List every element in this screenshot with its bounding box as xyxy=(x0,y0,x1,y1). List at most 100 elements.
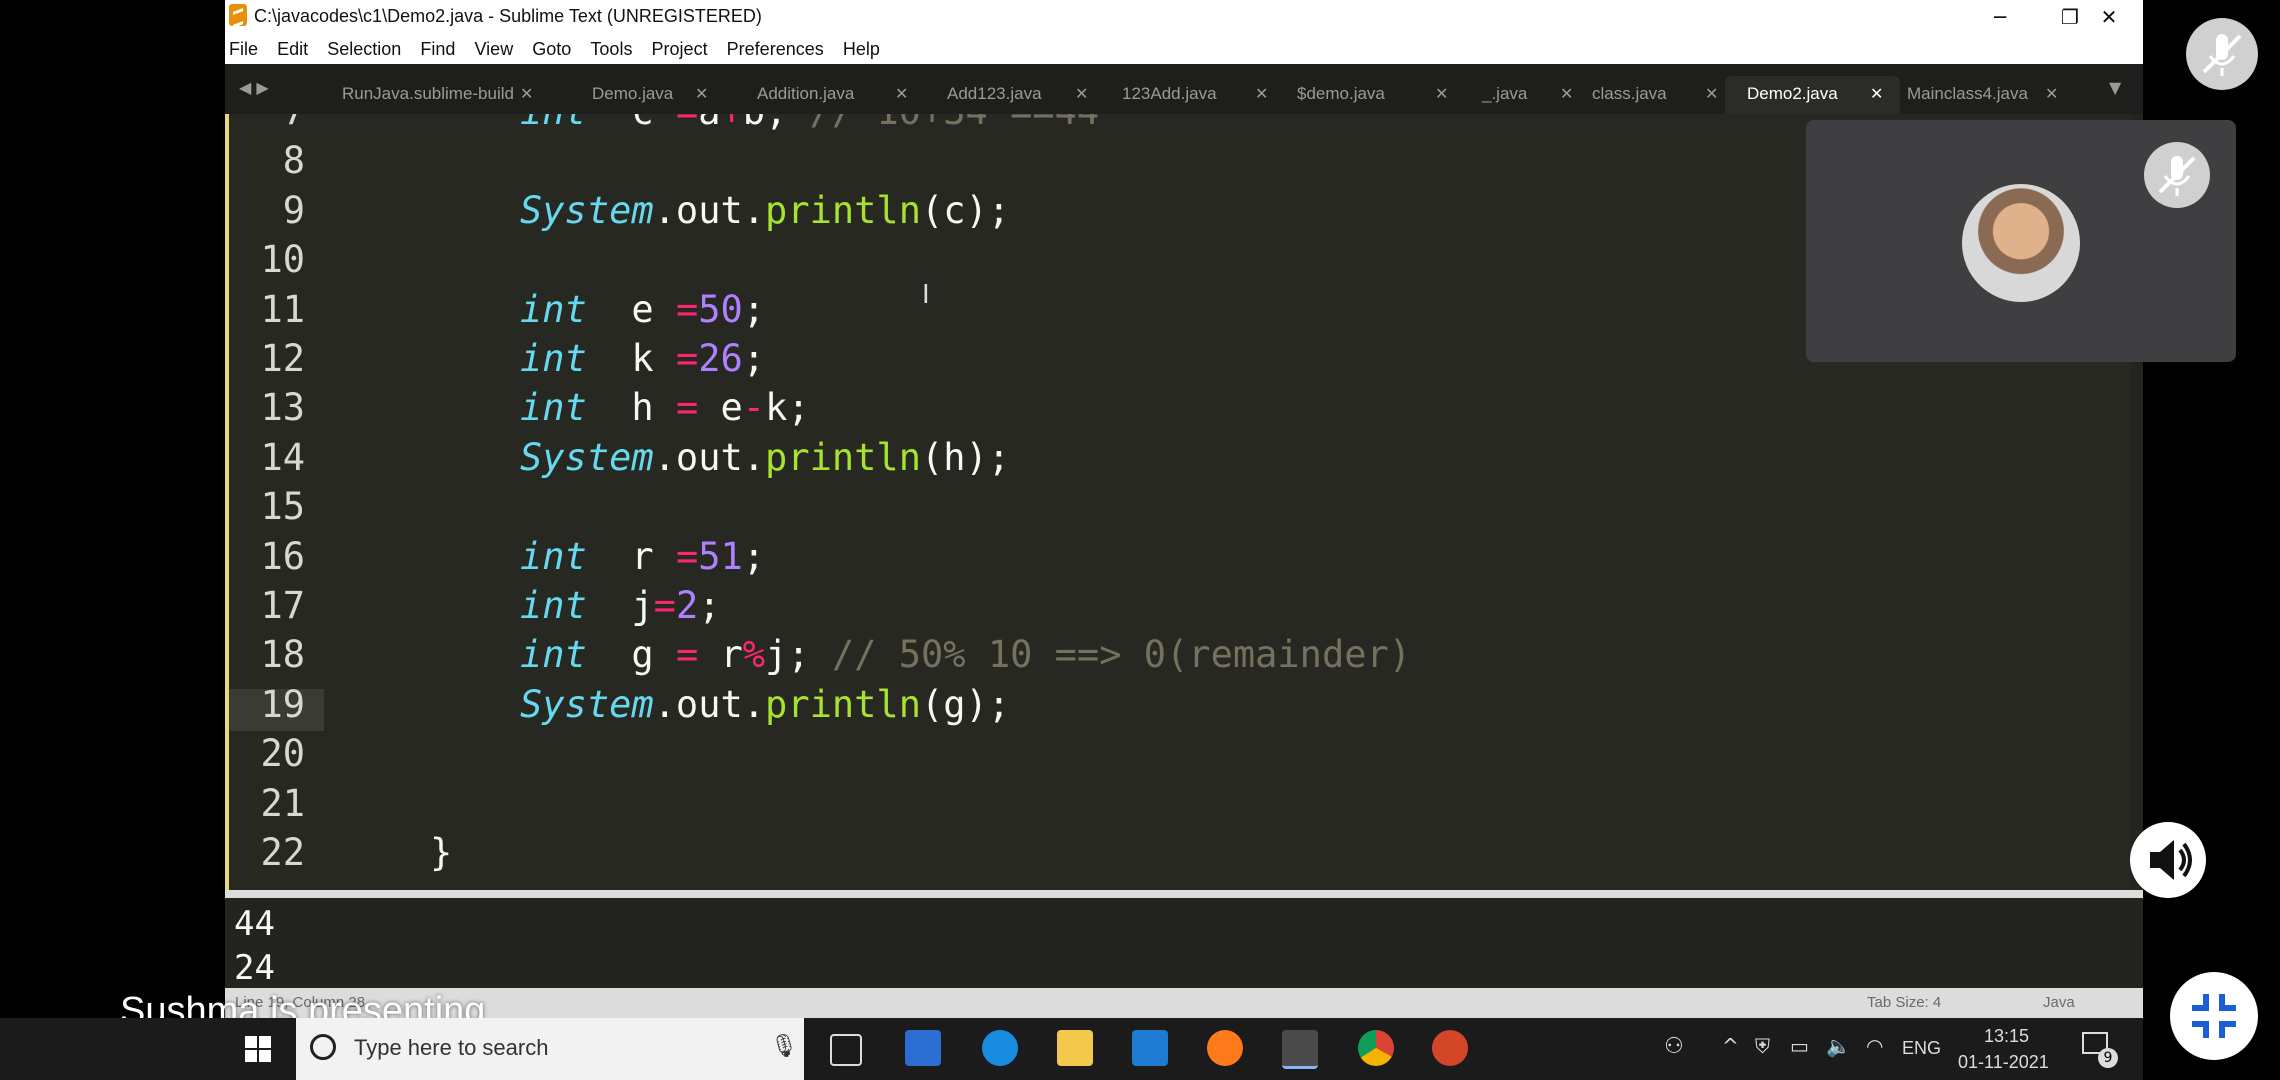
language-indicator[interactable]: ENG xyxy=(1902,1038,1941,1059)
tab-close-icon[interactable]: ✕ xyxy=(1870,84,1883,104)
notifications-icon[interactable]: 9 xyxy=(2082,1032,2118,1068)
minimize-share-button[interactable] xyxy=(2170,972,2258,1060)
tab-overflow-icon[interactable]: ▼ xyxy=(2109,78,2121,97)
taskbar-search-box[interactable]: Type here to search 🎙 xyxy=(296,1018,804,1080)
participant-video-tile[interactable] xyxy=(1806,120,2236,362)
tab-close-icon[interactable]: ✕ xyxy=(520,84,533,104)
menu-find[interactable]: Find xyxy=(420,34,455,64)
tab-close-icon[interactable]: ✕ xyxy=(895,84,908,104)
firefox-icon[interactable] xyxy=(1207,1030,1243,1066)
menu-project[interactable]: Project xyxy=(652,34,708,64)
syntax-mode[interactable]: Java xyxy=(2043,994,2075,1011)
code-token: int xyxy=(520,633,587,677)
file-explorer-icon[interactable] xyxy=(1057,1030,1093,1066)
line-number: 7 xyxy=(225,114,305,133)
code-token: = xyxy=(676,114,698,133)
code-token: ; xyxy=(742,534,766,578)
code-token: g xyxy=(586,633,676,677)
tab--demo-java[interactable]: $demo.java ✕ xyxy=(1275,76,1465,114)
mail-icon[interactable] xyxy=(1132,1030,1168,1066)
people-icon[interactable]: ⚇ xyxy=(1664,1034,1684,1059)
output-console[interactable]: 44 24 xyxy=(225,890,2143,998)
code-token: int xyxy=(520,534,587,578)
code-token: c xyxy=(587,114,676,133)
code-line[interactable]: int g = r%j; // 50% 10 ==> 0(remainder) xyxy=(520,633,1411,676)
tab-addition-java[interactable]: Addition.java ✕ xyxy=(735,76,925,114)
line-number: 16 xyxy=(260,534,305,578)
code-line[interactable]: int r =51; xyxy=(520,535,765,578)
tab-demo-java[interactable]: Demo.java ✕ xyxy=(570,76,725,114)
code-line[interactable]: int e =50; xyxy=(520,288,765,331)
menu-file[interactable]: File xyxy=(229,34,258,64)
line-number: 15 xyxy=(260,485,305,529)
tab-demo2-java[interactable]: Demo2.java ✕ xyxy=(1725,76,1900,114)
code-token: = xyxy=(675,633,699,677)
code-line[interactable]: System.out.println(g); xyxy=(520,683,1010,726)
code-token: + xyxy=(721,114,743,133)
tab-size[interactable]: Tab Size: 4 xyxy=(1867,994,1941,1011)
chrome-icon[interactable] xyxy=(1358,1030,1394,1066)
code-token: .out. xyxy=(653,435,766,479)
line-number: 18 xyxy=(260,633,305,677)
menu-preferences[interactable]: Preferences xyxy=(727,34,824,64)
chevron-up-icon[interactable]: ^ xyxy=(1722,1034,1739,1058)
tab-runjava-sublime-build[interactable]: RunJava.sublime-build ✕ xyxy=(320,76,550,114)
security-icon[interactable]: ⛨ xyxy=(1755,1034,1770,1058)
sublime-taskbar-icon[interactable] xyxy=(1282,1030,1318,1069)
tab-close-icon[interactable]: ✕ xyxy=(2045,84,2058,104)
tab-close-icon[interactable]: ✕ xyxy=(1255,84,1268,104)
code-token: j; xyxy=(765,633,832,677)
code-line[interactable]: } xyxy=(430,831,452,874)
tab-class-java[interactable]: class.java ✕ xyxy=(1570,76,1735,114)
cortana-icon xyxy=(310,1034,336,1060)
minimize-button[interactable]: ─ xyxy=(1965,0,2035,34)
code-token: int xyxy=(520,386,587,430)
powerpoint-icon[interactable] xyxy=(1432,1030,1468,1066)
menu-view[interactable]: View xyxy=(475,34,514,64)
windows-start-icon[interactable] xyxy=(245,1036,271,1062)
code-token: ; xyxy=(742,287,766,331)
tab-label: $demo.java xyxy=(1297,84,1385,103)
task-view-icon[interactable] xyxy=(830,1034,862,1066)
microphone-icon[interactable]: 🎙 xyxy=(770,1034,798,1059)
tab-close-icon[interactable]: ✕ xyxy=(1075,84,1088,104)
code-line[interactable]: int j=2; xyxy=(520,584,721,627)
notifications-count: 9 xyxy=(2098,1048,2118,1068)
code-line[interactable]: int h = e-k; xyxy=(520,386,810,429)
code-line[interactable]: int c =a+b; // 10+34 ==44 xyxy=(520,114,1099,133)
clock-time[interactable]: 13:15 xyxy=(1984,1026,2029,1047)
code-token: r xyxy=(698,633,743,677)
code-line[interactable]: System.out.println(h); xyxy=(520,436,1010,479)
menu-selection[interactable]: Selection xyxy=(327,34,401,64)
menu-edit[interactable]: Edit xyxy=(277,34,308,64)
tab-nav-arrows-icon[interactable]: ◀ ▶ xyxy=(239,78,269,97)
wifi-icon[interactable]: ◠ xyxy=(1866,1034,1883,1058)
menu-tools[interactable]: Tools xyxy=(590,34,632,64)
code-token: h xyxy=(586,386,676,430)
menu-help[interactable]: Help xyxy=(843,34,880,64)
mute-mic-button[interactable] xyxy=(2186,18,2258,90)
code-token: = xyxy=(675,287,699,331)
store-icon[interactable] xyxy=(905,1030,941,1066)
code-token: int xyxy=(520,337,587,380)
code-token: 50 xyxy=(698,287,743,331)
tab-close-icon[interactable]: ✕ xyxy=(1435,84,1448,104)
tab-add123-java[interactable]: Add123.java ✕ xyxy=(925,76,1105,114)
line-number: 12 xyxy=(260,337,305,380)
code-token: 51 xyxy=(698,534,743,578)
tab-123add-java[interactable]: 123Add.java ✕ xyxy=(1100,76,1285,114)
tab-close-icon[interactable]: ✕ xyxy=(695,84,708,104)
code-token: % xyxy=(742,633,766,677)
code-line[interactable]: int k =26; xyxy=(520,337,765,380)
battery-icon[interactable]: ▭ xyxy=(1790,1034,1809,1058)
close-button[interactable]: ✕ xyxy=(2075,0,2143,34)
menu-goto[interactable]: Goto xyxy=(532,34,571,64)
tab-mainclass4-java[interactable]: Mainclass4.java ✕ xyxy=(1885,76,2075,114)
clock-date[interactable]: 01-11-2021 xyxy=(1958,1052,2049,1073)
code-line[interactable]: System.out.println(c); xyxy=(520,189,1010,232)
volume-icon[interactable]: 🔈 xyxy=(1826,1034,1851,1058)
speaker-button[interactable] xyxy=(2130,822,2206,898)
tab-close-icon[interactable]: ✕ xyxy=(1705,84,1718,104)
collapse-icon xyxy=(2192,994,2236,1038)
edge-icon[interactable] xyxy=(982,1030,1018,1066)
